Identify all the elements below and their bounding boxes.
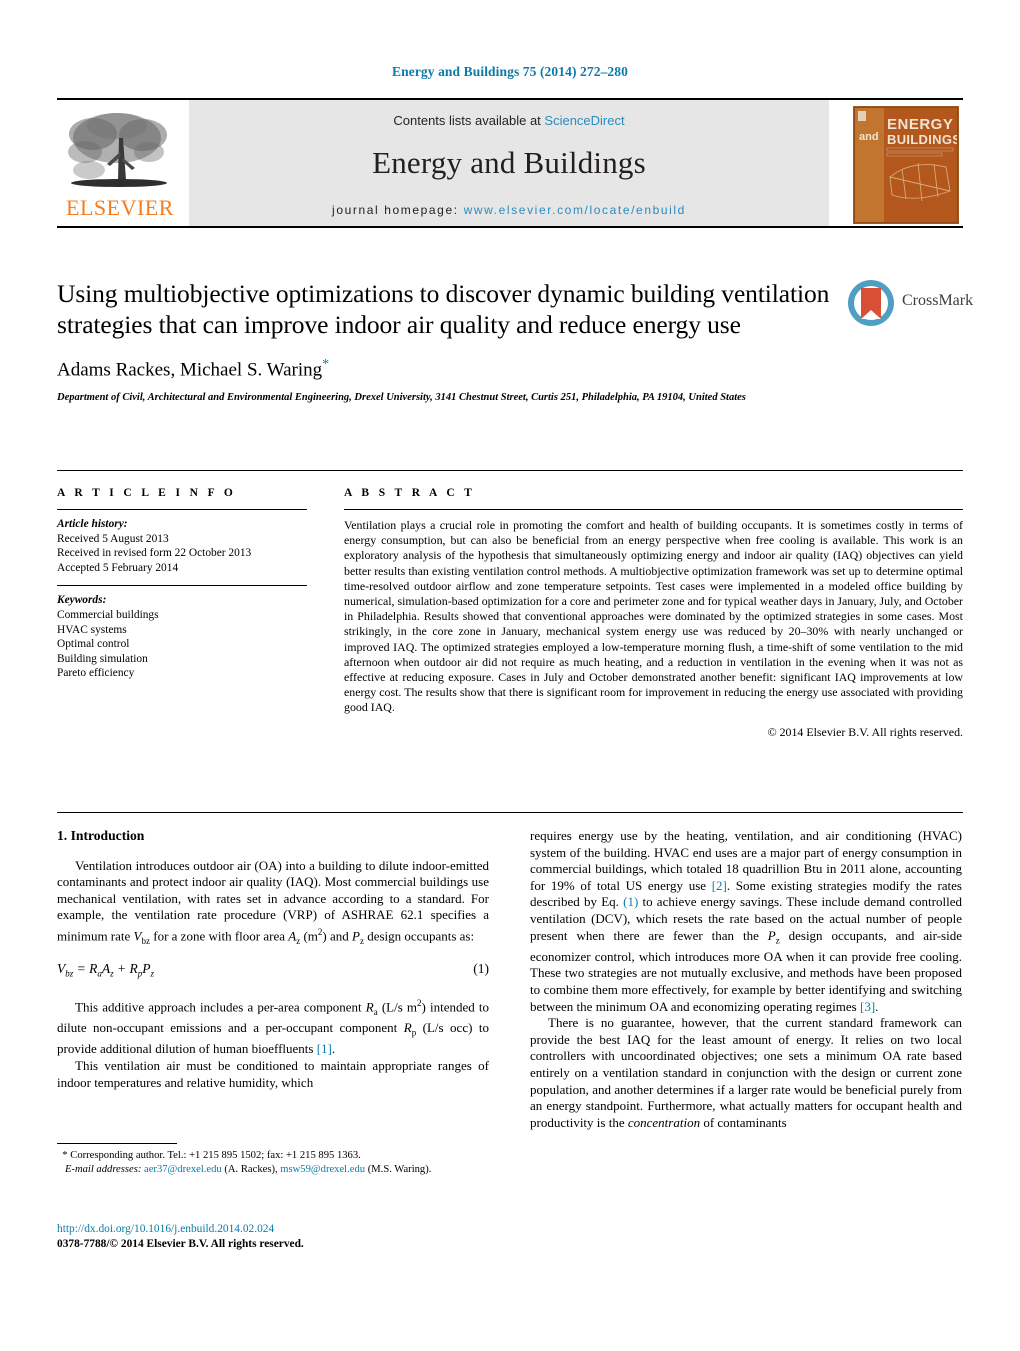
masthead-center-panel: Contents lists available at ScienceDirec… [189,100,829,226]
sciencedirect-link[interactable]: ScienceDirect [544,113,624,128]
abstract-rule [344,509,963,510]
history-item: Accepted 5 February 2014 [57,561,179,574]
corresponding-author-text: Corresponding author. Tel.: +1 215 895 1… [70,1150,361,1161]
keyword-item: Optimal control [57,638,130,651]
article-history: Article history: Received 5 August 2013 … [57,517,307,575]
email-owner-2: (M.S. Waring). [367,1164,432,1175]
abstract-heading: A B S T R A C T [344,487,476,499]
corresponding-author-marker: * [322,357,330,372]
title-block: Using multiobjective optimizations to di… [57,278,847,405]
doi-block: http://dx.doi.org/10.1016/j.enbuild.2014… [57,1222,489,1252]
email-note: E-mail addresses: aer37@drexel.edu (A. R… [57,1163,489,1177]
footnote-rule [57,1143,177,1144]
keyword-item: Building simulation [57,652,148,665]
keyword-item: HVAC systems [57,623,127,636]
elsevier-wordmark: ELSEVIER [66,195,174,220]
citation-link[interactable]: [2] [712,878,727,893]
history-item: Received in revised form 22 October 2013 [57,547,252,560]
svg-text:BUILDINGS: BUILDINGS [887,132,958,147]
info-divider-top [57,470,963,471]
svg-text:ENERGY: ENERGY [887,116,953,133]
doi-link[interactable]: http://dx.doi.org/10.1016/j.enbuild.2014… [57,1222,489,1237]
article-info-heading: A R T I C L E I N F O [57,487,237,499]
footnote-marker: * [62,1150,68,1161]
equation-link[interactable]: (1) [623,894,638,909]
contents-prefix: Contents lists available at [393,113,545,128]
paragraph: Ventilation introduces outdoor air (OA) … [57,857,489,946]
journal-title: Energy and Buildings [372,145,646,180]
body-column-left: 1. Introduction Ventilation introduces o… [57,828,489,1091]
corresponding-author-note: * Corresponding author. Tel.: +1 215 895… [57,1149,489,1163]
keywords-list: Keywords: Commercial buildings HVAC syst… [57,593,307,681]
article-info-rule [57,509,307,510]
footnote-block: * Corresponding author. Tel.: +1 215 895… [57,1143,489,1177]
page-title: Using multiobjective optimizations to di… [57,279,830,339]
email-label: E-mail addresses: [64,1164,142,1175]
citation-link[interactable]: [3] [860,999,875,1014]
paragraph-text: This additive approach includes a per-ar… [75,999,362,1015]
svg-text:and: and [859,131,879,143]
section-heading-introduction: 1. Introduction [57,828,145,843]
history-item: Received 5 August 2013 [57,532,169,545]
paragraph-text: There is no guarantee, however, that the… [530,1015,962,1130]
article-info-column: A R T I C L E I N F O Article history: R… [57,487,307,681]
keywords-label: Keywords: [57,594,107,607]
body-column-right: requires energy use by the heating, vent… [530,828,962,1131]
abstract-column: A B S T R A C T Ventilation plays a cruc… [344,487,963,740]
paragraph: This ventilation air must be conditioned… [57,1058,489,1090]
journal-cover-thumbnail: ENERGY and BUILDINGS [853,106,959,224]
email-link-1[interactable]: aer37@drexel.edu [144,1164,222,1175]
email-link-2[interactable]: msw59@drexel.edu [280,1164,365,1175]
equation-number: (1) [473,961,489,977]
email-owner-1: (A. Rackes), [224,1164,278,1175]
info-divider-bottom [57,812,963,813]
citation-link[interactable]: [1] [317,1041,332,1056]
journal-masthead: ELSEVIER Contents lists available at Sci… [57,98,963,228]
author-list: Adams Rackes, Michael S. Waring* [57,357,847,381]
running-head: Energy and Buildings 75 (2014) 272–280 [392,64,628,79]
article-page: Energy and Buildings 75 (2014) 272–280 E… [0,0,1020,1351]
paragraph-emphasis: concentration [627,1114,701,1130]
crossmark-icon [848,280,894,326]
equation-1: Vbz = RaAz + RpPz (1) [57,961,489,980]
elsevier-logo: ELSEVIER [63,108,183,220]
crossmark-badge[interactable]: CrossMark [848,278,973,338]
crossmark-label: CrossMark [902,292,974,309]
affiliation: Department of Civil, Architectural and E… [57,392,746,404]
keyword-item: Pareto efficiency [57,667,135,680]
journal-homepage-line: journal homepage: www.elsevier.com/locat… [189,203,829,217]
paragraph: This additive approach includes a per-ar… [57,997,490,1057]
paragraph-text: of contaminants [703,1114,787,1130]
paragraph: requires energy use by the heating, vent… [530,828,962,1014]
elsevier-tree-icon [63,108,175,194]
keywords-rule [57,585,307,587]
abstract-text: Ventilation plays a crucial role in prom… [344,518,963,715]
keyword-item: Commercial buildings [57,608,159,621]
homepage-url-link[interactable]: www.elsevier.com/locate/enbuild [464,203,686,217]
paragraph: There is no guarantee, however, that the… [530,1015,962,1131]
homepage-prefix: journal homepage: [332,203,459,217]
contents-available-line: Contents lists available at ScienceDirec… [189,100,829,128]
abstract-copyright: © 2014 Elsevier B.V. All rights reserved… [767,724,963,739]
author-names: Adams Rackes, Michael S. Waring [57,359,323,381]
article-history-label: Article history: [57,518,128,530]
issn-copyright: 0378-7788/© 2014 Elsevier B.V. All right… [57,1238,304,1250]
paragraph-text-tail: for a zone with floor area [153,928,285,944]
